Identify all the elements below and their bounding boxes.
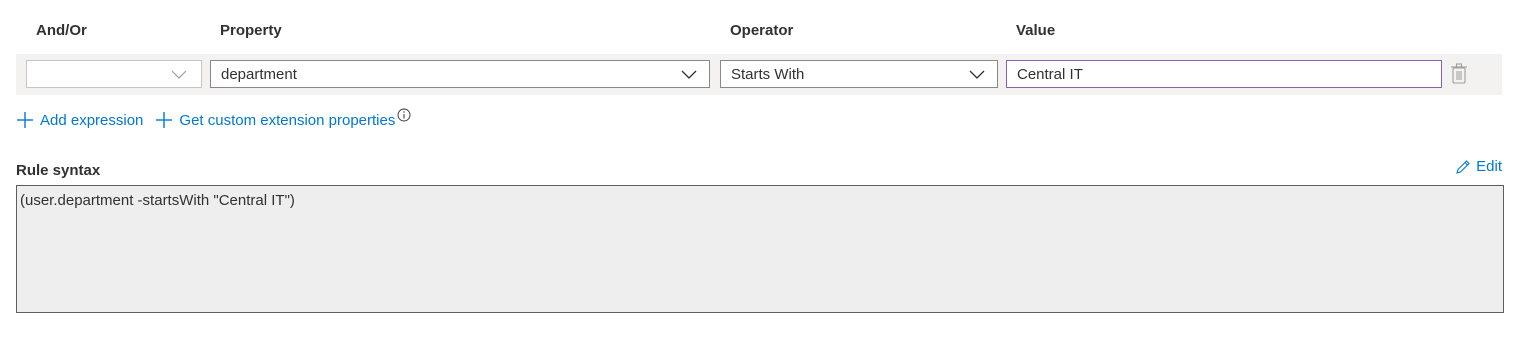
operator-dropdown-value: Starts With <box>731 65 805 83</box>
get-custom-extension-properties-link[interactable]: Get custom extension properties <box>155 108 411 129</box>
chevron-down-icon <box>171 70 187 79</box>
get-custom-extension-properties-label: Get custom extension properties <box>179 111 396 129</box>
column-header-and-or: And/Or <box>36 22 87 39</box>
info-icon[interactable] <box>397 108 411 122</box>
edit-rule-syntax-button[interactable]: Edit <box>1455 158 1502 175</box>
and-or-dropdown[interactable] <box>26 60 202 88</box>
pencil-icon <box>1456 159 1470 174</box>
value-input-text: Central IT <box>1017 65 1083 83</box>
expression-actions: Add expression Get custom extension prop… <box>16 108 423 131</box>
rule-syntax-title: Rule syntax <box>16 162 101 179</box>
column-header-property: Property <box>220 22 282 39</box>
value-input[interactable]: Central IT <box>1006 60 1442 88</box>
edit-label: Edit <box>1476 158 1502 175</box>
property-dropdown[interactable]: department <box>210 60 710 88</box>
rule-syntax-text: (user.department -startsWith "Central IT… <box>20 192 295 209</box>
property-dropdown-value: department <box>221 65 297 83</box>
operator-dropdown[interactable]: Starts With <box>720 60 998 88</box>
chevron-down-icon <box>969 70 985 79</box>
trash-icon[interactable] <box>1450 63 1468 85</box>
add-expression-label: Add expression <box>40 111 144 129</box>
column-header-value: Value <box>1016 22 1056 39</box>
add-expression-link[interactable]: Add expression <box>16 111 143 129</box>
plus-icon <box>156 112 173 128</box>
chevron-down-icon <box>681 70 697 79</box>
plus-icon <box>17 112 33 128</box>
rule-syntax-textbox[interactable]: (user.department -startsWith "Central IT… <box>16 185 1504 313</box>
dynamic-membership-rules: And/Or Property Operator Value departmen… <box>0 0 1536 337</box>
column-header-operator: Operator <box>730 22 794 39</box>
